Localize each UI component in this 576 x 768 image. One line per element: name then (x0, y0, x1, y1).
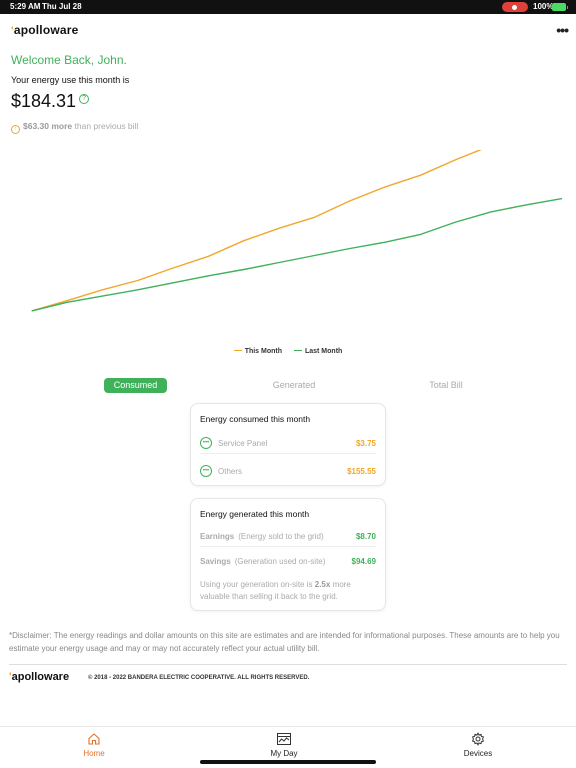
note-multiplier: 2.5x (314, 580, 331, 589)
arrow-up-icon: ↑ (11, 125, 20, 134)
energy-amount-value: $184.31 (11, 91, 77, 111)
energy-use-label: Your energy use this month is (11, 75, 130, 85)
earnings-label: Earnings (200, 532, 235, 541)
logo-text: apolloware (13, 23, 79, 37)
footer-logo-text: apolloware (11, 671, 70, 683)
tab-consumed[interactable]: Consumed (104, 378, 167, 393)
savings-value: $94.69 (351, 557, 376, 566)
savings-sublabel: (Generation used on-site) (234, 557, 326, 566)
series-line-this-month (31, 150, 482, 312)
screen-record-icon (502, 2, 528, 12)
status-bar: 5:29 AM Thu Jul 28 100% (0, 0, 576, 14)
welcome-message: Welcome Back, John. (11, 53, 127, 67)
bill-comparison: ↑ $63.30 more than previous bill (11, 121, 138, 134)
footer-divider (9, 664, 567, 665)
chart-legend: This Month Last Month (0, 348, 576, 355)
tab-generated[interactable]: Generated (256, 378, 332, 393)
earnings-sublabel: (Energy sold to the grid) (238, 532, 324, 541)
list-item: Earnings (Energy sold to the grid) $8.70 (200, 527, 376, 547)
more-menu-button[interactable]: ••• (556, 22, 569, 38)
app-logo[interactable]: 'apolloware (11, 23, 79, 37)
series-line-last-month (31, 197, 563, 312)
status-date: Thu Jul 28 (42, 2, 82, 11)
legend-last-month-swatch (293, 349, 302, 351)
earnings-value: $8.70 (355, 532, 376, 541)
help-icon[interactable]: ? (79, 94, 90, 104)
consumed-card-title: Energy consumed this month (200, 414, 311, 424)
nav-devices[interactable]: Devices (438, 732, 518, 758)
row-label: Earnings (Energy sold to the grid) (200, 532, 324, 541)
row-value: $3.75 (355, 439, 376, 448)
battery-percent: 100% (533, 2, 554, 11)
status-time: 5:29 AM (10, 2, 41, 11)
note-prefix: Using your generation on-site is (200, 580, 313, 589)
list-item[interactable]: ••• Service Panel $3.75 (200, 434, 376, 454)
list-item: Savings (Generation used on-site) $94.69 (200, 552, 376, 572)
legend-last-month: Last Month (293, 348, 343, 355)
disclaimer: *Disclaimer: The energy readings and dol… (9, 631, 560, 653)
legend-this-month-label: This Month (244, 348, 283, 355)
row-label: Others (218, 467, 243, 476)
legend-last-month-label: Last Month (304, 348, 343, 355)
home-indicator (200, 760, 376, 764)
chat-bubble-icon: ••• (200, 437, 212, 449)
generated-card-title: Energy generated this month (200, 509, 310, 519)
tab-total-bill[interactable]: Total Bill (410, 378, 482, 393)
nav-home-label: Home (83, 749, 105, 758)
comparison-text: than previous bill (74, 121, 139, 131)
energy-consumed-card: Energy consumed this month ••• Service P… (190, 403, 386, 486)
calendar-chart-icon (277, 733, 291, 745)
legend-this-month-swatch (233, 349, 242, 351)
home-icon (88, 733, 100, 745)
row-label: Service Panel (218, 439, 268, 448)
savings-label: Savings (200, 557, 231, 566)
row-value: $155.55 (347, 467, 376, 476)
gear-icon (471, 732, 485, 746)
energy-generated-card: Energy generated this month Earnings (Ene… (190, 498, 386, 611)
copyright: © 2018 - 2022 BANDERA ELECTRIC COOPERATI… (88, 675, 310, 681)
comparison-amount: $63.30 more (23, 121, 73, 131)
chat-bubble-icon: ••• (200, 465, 212, 477)
nav-devices-label: Devices (463, 749, 493, 758)
energy-amount: $184.31? (11, 91, 90, 112)
legend-this-month: This Month (233, 348, 283, 355)
battery-icon (552, 3, 568, 11)
footer-logo: 'apolloware (9, 671, 69, 683)
row-label: Savings (Generation used on-site) (200, 557, 325, 566)
nav-my-day[interactable]: My Day (244, 732, 324, 758)
nav-my-day-label: My Day (270, 749, 298, 758)
energy-usage-chart (31, 150, 563, 312)
nav-home[interactable]: Home (54, 732, 134, 758)
list-item[interactable]: ••• Others $155.55 (200, 462, 376, 482)
generation-note: Using your generation on-site is 2.5x mo… (200, 579, 376, 603)
